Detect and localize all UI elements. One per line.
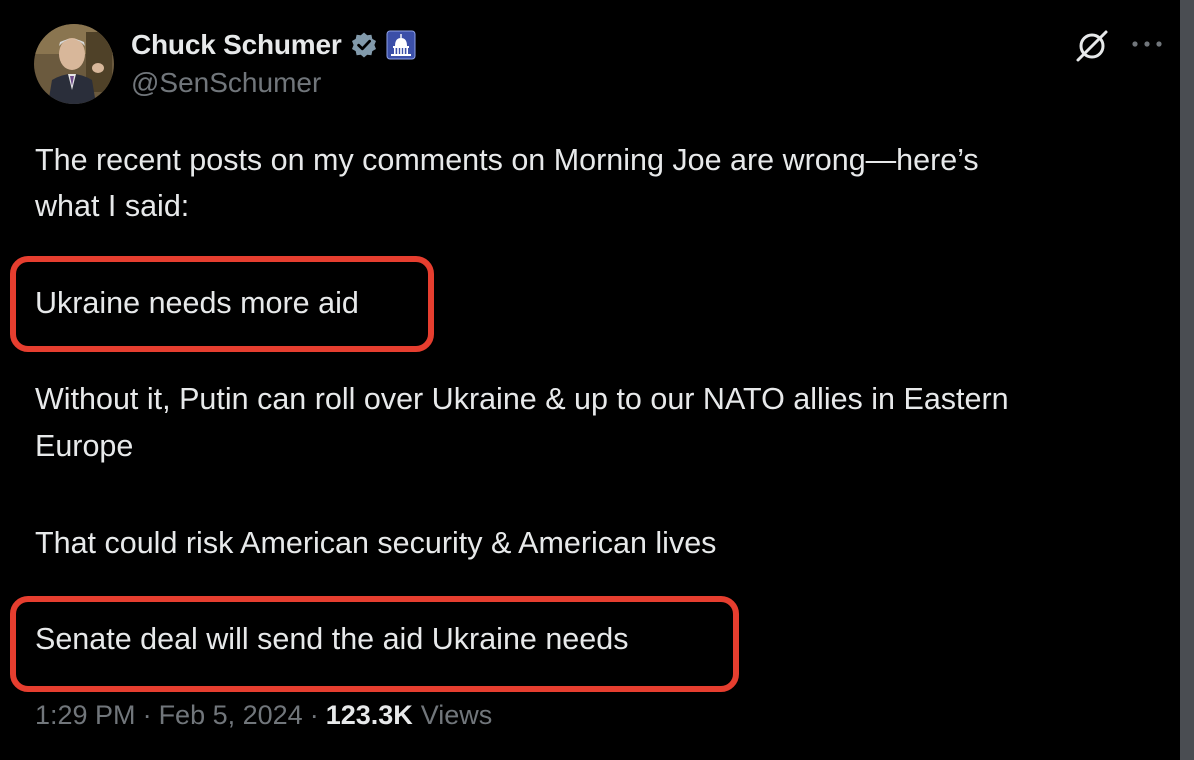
profile-photo <box>34 24 114 104</box>
avatar[interactable] <box>34 24 114 104</box>
views-count[interactable]: 123.3K <box>326 700 413 731</box>
author-handle[interactable]: @SenSchumer <box>131 67 321 99</box>
highlighted-text: Ukraine needs more aid <box>35 286 359 320</box>
meta-separator: · <box>309 700 319 730</box>
meta-separator: · <box>142 700 152 730</box>
tweet-text-line: The recent posts on my comments on Morni… <box>35 143 979 177</box>
grok-icon[interactable] <box>1070 26 1114 66</box>
tweet-text-line: Europe <box>35 429 134 463</box>
more-options-icon[interactable] <box>1130 34 1164 54</box>
verified-badge-icon[interactable] <box>350 31 378 59</box>
highlighted-text: Senate deal will send the aid Ukraine ne… <box>35 622 629 656</box>
tweet-meta: 1:29 PM · Feb 5, 2024 · 123.3K Views <box>35 700 492 738</box>
capitol-badge-icon[interactable] <box>386 30 416 60</box>
author-display-name[interactable]: Chuck Schumer <box>131 29 342 61</box>
tweet-date[interactable]: Feb 5, 2024 <box>159 700 303 731</box>
tweet-text-line: That could risk American security & Amer… <box>35 526 717 560</box>
tweet-time[interactable]: 1:29 PM <box>35 700 136 731</box>
tweet-text-line: what I said: <box>35 189 190 223</box>
tweet-text-line: Without it, Putin can roll over Ukraine … <box>35 382 1009 416</box>
window-edge <box>1180 0 1194 760</box>
views-label[interactable]: Views <box>421 700 493 731</box>
author-name-row: Chuck Schumer <box>131 28 416 62</box>
